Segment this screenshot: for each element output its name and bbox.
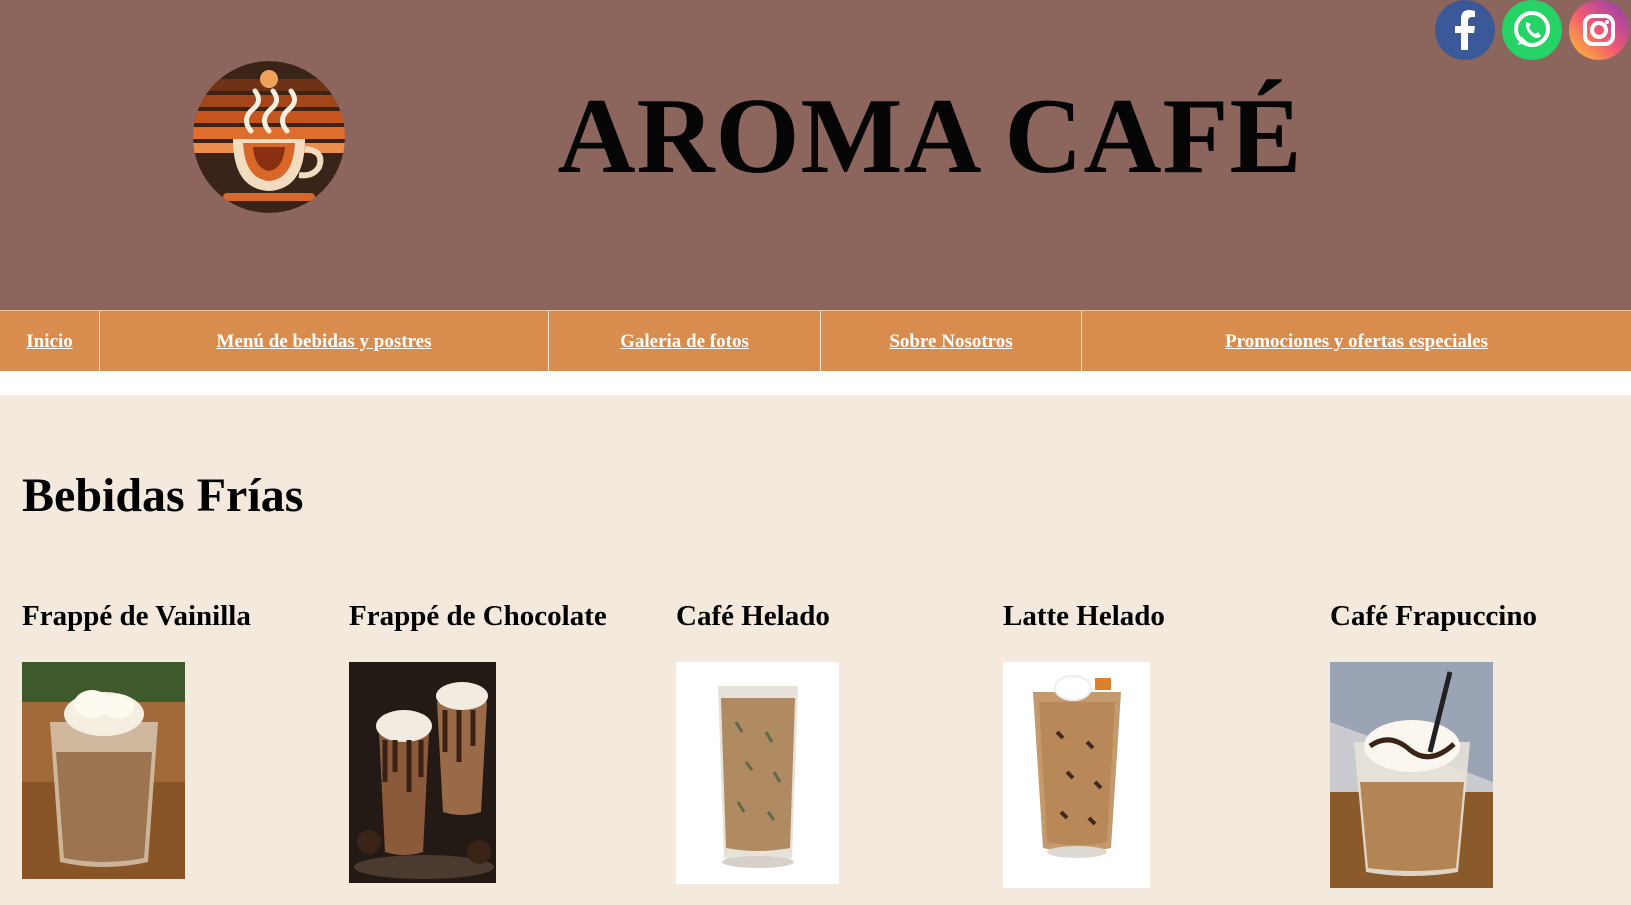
nav-link-menu[interactable]: Menú de bebidas y postres bbox=[216, 331, 431, 353]
iced-latte-photo[interactable] bbox=[1003, 662, 1150, 888]
product-card: Latte Helado bbox=[1003, 600, 1165, 633]
site-header: AROMA CAFÉ bbox=[0, 0, 1631, 310]
product-card: Frappé de Vainilla bbox=[22, 600, 251, 633]
nav-item-sobre-nosotros[interactable]: Sobre Nosotros bbox=[821, 311, 1082, 372]
nav-item-galeria[interactable]: Galeria de fotos bbox=[549, 311, 821, 372]
nav-link-galeria[interactable]: Galeria de fotos bbox=[620, 331, 749, 353]
product-card: Frappé de Chocolate bbox=[349, 600, 607, 633]
vanilla-frappe-photo[interactable] bbox=[22, 662, 185, 879]
coffee-cup-logo-icon[interactable] bbox=[193, 61, 345, 213]
chocolate-frappe-photo[interactable] bbox=[349, 662, 496, 883]
product-name: Café Helado bbox=[676, 600, 830, 632]
frappuccino-photo[interactable] bbox=[1330, 662, 1493, 888]
product-card: Café Frapuccino bbox=[1330, 600, 1537, 633]
main-nav: Inicio Menú de bebidas y postres Galeria… bbox=[0, 310, 1631, 372]
nav-link-inicio[interactable]: Inicio bbox=[26, 331, 72, 353]
nav-item-menu[interactable]: Menú de bebidas y postres bbox=[100, 311, 549, 372]
product-card: Café Helado bbox=[676, 600, 830, 633]
nav-link-promociones[interactable]: Promociones y ofertas especiales bbox=[1225, 331, 1488, 353]
product-name: Café Frapuccino bbox=[1330, 600, 1537, 632]
nav-link-sobre-nosotros[interactable]: Sobre Nosotros bbox=[889, 331, 1012, 353]
section-title: Bebidas Frías bbox=[22, 469, 304, 522]
facebook-icon[interactable] bbox=[1434, 0, 1496, 60]
spacer bbox=[0, 371, 1631, 395]
whatsapp-icon[interactable] bbox=[1501, 0, 1563, 60]
iced-coffee-photo[interactable] bbox=[676, 662, 839, 884]
instagram-icon[interactable] bbox=[1568, 0, 1630, 60]
product-name: Frappé de Vainilla bbox=[22, 600, 251, 632]
site-title: AROMA CAFÉ bbox=[557, 77, 1303, 196]
product-name: Frappé de Chocolate bbox=[349, 600, 607, 632]
nav-item-inicio[interactable]: Inicio bbox=[0, 311, 100, 372]
nav-item-promociones[interactable]: Promociones y ofertas especiales bbox=[1082, 311, 1631, 372]
product-name: Latte Helado bbox=[1003, 600, 1165, 632]
